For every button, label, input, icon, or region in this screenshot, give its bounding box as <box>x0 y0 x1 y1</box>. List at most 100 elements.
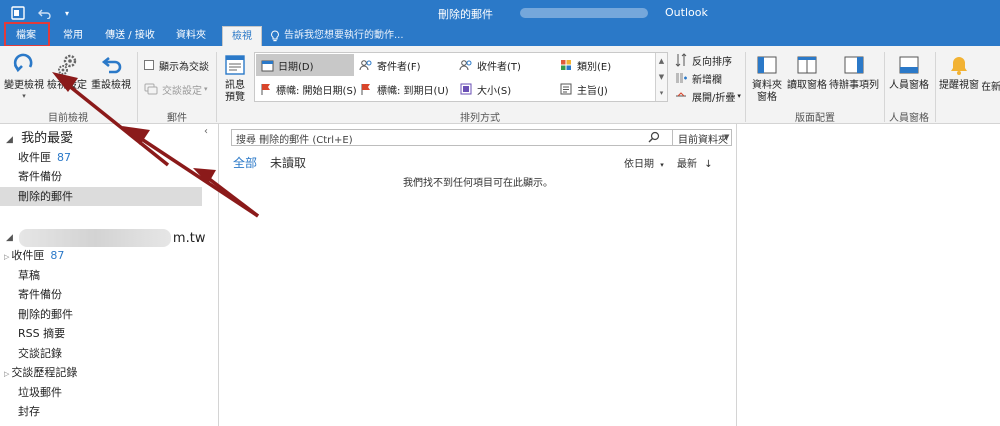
tell-me-box[interactable]: 告訴我您想要執行的動作... <box>270 26 410 46</box>
show-as-conversations-label: 顯示為交談 <box>159 61 209 73</box>
folder-drafts[interactable]: 草稿 <box>0 266 202 285</box>
gallery-scrollbar[interactable]: ▲ ▼ ▾ <box>655 53 667 101</box>
folder-label: 封存 <box>18 405 40 418</box>
add-columns-button[interactable]: 新增欄 <box>674 69 722 87</box>
folder-label: 收件匣 <box>11 249 45 262</box>
arrange-by-from[interactable]: 寄件者(F) <box>355 54 455 76</box>
folder-pane: ◢ 我的最愛 ‹ 收件匣 87 寄件備份 刪除的郵件 ◢ m.tw ▷ 收件匣 87 … <box>0 124 219 426</box>
chevron-down-icon: ▾ <box>660 161 664 169</box>
tab-view[interactable]: 檢視 <box>222 26 262 46</box>
folder-sent-items[interactable]: 寄件備份 <box>0 285 202 304</box>
arrange-by-flag-start[interactable]: 標幟: 開始日期(S) <box>256 78 357 100</box>
search-placeholder: 搜尋 刪除的郵件 (Ctrl+E) <box>236 135 353 146</box>
folder-label: 交談歷程記錄 <box>11 366 78 379</box>
folder-rss-feeds[interactable]: RSS 摘要 <box>0 324 202 343</box>
folder-label: RSS 摘要 <box>18 327 66 340</box>
favorite-inbox[interactable]: 收件匣 87 <box>0 148 202 167</box>
reminders-window-button[interactable]: 提醒視窗 <box>937 52 981 92</box>
reverse-sort-label: 反向排序 <box>692 56 732 68</box>
tab-send-receive[interactable]: 傳送 / 接收 <box>102 26 158 46</box>
arrange-by-from-label: 寄件者(F) <box>377 61 421 73</box>
reading-pane-button[interactable]: 讀取窗格 <box>786 52 828 92</box>
folder-pane-icon <box>754 52 780 78</box>
search-input[interactable]: 搜尋 刪除的郵件 (Ctrl+E) 目前資料夾 ▼ <box>231 129 732 146</box>
arrange-by-size[interactable]: 大小(S) <box>455 78 555 100</box>
expand-collapse-button[interactable]: 展開/折疊 ▾ <box>674 87 741 105</box>
folder-deleted-items[interactable]: 刪除的郵件 <box>0 305 202 324</box>
ribbon-divider <box>745 52 746 122</box>
arrange-by-flag-due[interactable]: 標幟: 到期日(U) <box>355 78 455 100</box>
scroll-up-icon[interactable]: ▲ <box>656 53 667 69</box>
search-divider <box>672 130 673 145</box>
conversation-settings-button[interactable]: 交談設定 ▾ <box>144 80 208 98</box>
filter-all-tab[interactable]: 全部 <box>233 154 257 171</box>
tell-me-text: 告訴我您想要執行的動作... <box>284 30 404 41</box>
quick-access-dropdown-icon[interactable]: ▾ <box>60 4 74 22</box>
view-settings-button[interactable]: 檢視設定 <box>46 52 88 92</box>
arrange-by-category-label: 類別(E) <box>577 61 612 73</box>
folder-inbox[interactable]: ▷ 收件匣 87 <box>0 246 202 265</box>
arrange-by-subject-label: 主旨(J) <box>577 85 608 97</box>
arrange-by-subject[interactable]: 主旨(J) <box>555 78 655 100</box>
favorite-sent-items[interactable]: 寄件備份 <box>0 167 202 186</box>
chevron-down-icon[interactable]: ▼ <box>724 133 729 141</box>
open-in-new-window-label: 在新 <box>982 82 1000 93</box>
arrange-by-category[interactable]: 類別(E) <box>555 54 655 76</box>
people-icon <box>359 58 373 72</box>
scroll-down-icon[interactable]: ▼ <box>656 69 667 85</box>
todo-bar-label: 待辦事項列 <box>829 80 879 91</box>
reset-icon <box>98 52 124 78</box>
reverse-sort-button[interactable]: 反向排序 <box>674 51 732 69</box>
category-icon <box>559 58 573 72</box>
open-in-new-window-button[interactable]: 在新 <box>982 80 1000 94</box>
sort-by-dropdown[interactable]: 依日期 ▾ <box>624 155 664 170</box>
show-as-conversations-checkbox[interactable]: 顯示為交談 <box>144 56 209 74</box>
folder-pane-label: 資料夾窗格 <box>752 80 782 103</box>
folder-junk-email[interactable]: 垃圾郵件 <box>0 383 202 402</box>
folder-conversation-log[interactable]: 交談記錄 <box>0 344 202 363</box>
collapse-triangle-icon: ◢ <box>6 135 13 145</box>
tab-home[interactable]: 常用 <box>56 26 90 46</box>
gallery-more-icon[interactable]: ▾ <box>656 85 667 101</box>
favorites-header[interactable]: ◢ 我的最愛 <box>6 127 73 146</box>
account-header[interactable]: ◢ m.tw <box>6 228 205 248</box>
folder-label: 寄件備份 <box>18 288 62 301</box>
checkbox-icon <box>144 60 154 70</box>
collapse-pane-icon[interactable]: ‹ <box>204 126 208 137</box>
flag-icon <box>359 82 373 96</box>
tab-folder[interactable]: 資料夾 <box>170 26 212 46</box>
arrange-by-date[interactable]: 日期(D) <box>256 54 354 76</box>
people-pane-button[interactable]: 人員窗格 <box>886 52 932 92</box>
expand-triangle-icon[interactable]: ▷ <box>4 370 9 378</box>
folder-pane-button[interactable]: 資料夾窗格 <box>748 52 786 104</box>
chevron-down-icon: ▾ <box>204 85 208 93</box>
folder-archive[interactable]: 封存 <box>0 402 202 421</box>
arrangement-gallery: 日期(D) 寄件者(F) 收件者(T) 類別(E) 標幟: 開始日期(S) 標幟… <box>254 52 668 102</box>
people-pane-label: 人員窗格 <box>889 80 929 91</box>
message-preview-button[interactable]: 訊息預覽 <box>220 52 250 104</box>
search-icon[interactable] <box>648 131 660 146</box>
add-columns-icon <box>674 71 688 85</box>
expand-collapse-icon <box>674 89 688 103</box>
change-view-button[interactable]: 變更檢視 ▾ <box>4 52 44 100</box>
favorite-deleted-items[interactable]: 刪除的郵件 <box>0 187 202 206</box>
undo-icon[interactable] <box>36 4 54 22</box>
reading-pane-label: 讀取窗格 <box>787 80 827 91</box>
todo-bar-button[interactable]: 待辦事項列 <box>828 52 880 92</box>
filter-unread-tab[interactable]: 未讀取 <box>270 154 306 171</box>
search-scope-select[interactable]: 目前資料夾 <box>678 131 728 146</box>
expand-triangle-icon[interactable]: ▷ <box>4 253 9 261</box>
sort-order-toggle[interactable]: 最新 ↓ <box>677 155 713 170</box>
arrow-down-icon: ↓ <box>704 159 713 170</box>
reset-view-button[interactable]: 重設檢視 <box>90 52 132 92</box>
arrange-by-to[interactable]: 收件者(T) <box>455 54 555 76</box>
ribbon-divider <box>216 52 217 122</box>
chevron-down-icon: ▾ <box>737 92 741 100</box>
folder-label: 垃圾郵件 <box>18 386 62 399</box>
folder-conversation-history[interactable]: ▷ 交談歷程記錄 <box>0 363 202 382</box>
subject-icon <box>559 82 573 96</box>
file-tab-highlight <box>4 22 50 47</box>
blurred-account-name <box>520 8 648 18</box>
window-title: 刪除的郵件 <box>438 8 493 21</box>
outlook-app-icon[interactable] <box>8 4 28 22</box>
